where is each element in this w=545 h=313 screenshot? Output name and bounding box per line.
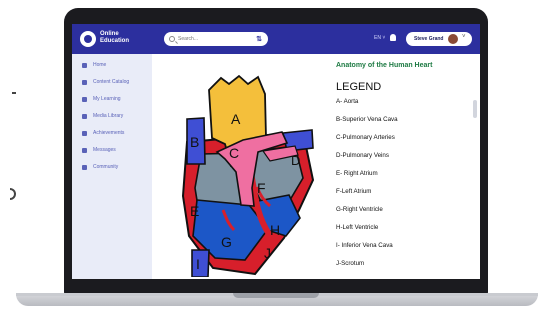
legend-item: E- Right Atrium xyxy=(336,170,378,177)
heart-label: E xyxy=(190,203,199,219)
sidebar-item-media-library[interactable]: Media Library xyxy=(82,111,123,121)
legend-item: J-Scrotum xyxy=(336,260,365,267)
heart-label: I xyxy=(196,256,200,272)
sidebar-item-label: My Learning xyxy=(93,96,121,102)
heart-label: B xyxy=(190,134,199,150)
search-input[interactable] xyxy=(178,32,250,46)
heart-label: C xyxy=(229,145,239,161)
legend-item: D-Pulmonary Veins xyxy=(336,152,389,159)
stray-mark xyxy=(10,188,16,200)
user-menu[interactable]: Steve Grand ˅ xyxy=(406,32,472,46)
sidebar-item-messages[interactable]: Messages xyxy=(82,145,116,155)
legend-item: G-Right Ventricle xyxy=(336,206,383,213)
sidebar-item-my-learning[interactable]: My Learning xyxy=(82,94,121,104)
brand-line-1: Online xyxy=(100,31,119,37)
sidebar-item-label: Messages xyxy=(93,147,116,153)
sidebar: Home Content Catalog My Learning Media L… xyxy=(72,54,152,279)
sidebar-item-achievements[interactable]: Achievements xyxy=(82,128,124,138)
sidebar-item-community[interactable]: Community xyxy=(82,162,118,172)
legend-list: A- Aorta B-Superior Vena Cava C-Pulmonar… xyxy=(336,98,472,278)
sidebar-item-content-catalog[interactable]: Content Catalog xyxy=(82,77,129,87)
catalog-icon xyxy=(82,79,87,85)
stray-mark xyxy=(12,92,16,94)
product-mockup: Online Education ⇅ EN ˅ Steve Grand ˅ Ho… xyxy=(0,0,545,313)
legend-item: H-Left Ventricle xyxy=(336,224,379,231)
diagram-title: Anatomy of the Human Heart xyxy=(336,62,433,69)
legend-item: A- Aorta xyxy=(336,98,359,105)
heart-label: H xyxy=(270,222,280,238)
heart-label: F xyxy=(257,180,266,196)
laptop-notch xyxy=(233,293,319,298)
heart-label: D xyxy=(291,153,300,168)
top-navigation: Online Education ⇅ EN ˅ Steve Grand ˅ xyxy=(72,24,480,54)
legend-item: F-Left Atrium xyxy=(336,188,372,195)
filter-icon[interactable]: ⇅ xyxy=(256,35,262,43)
content-scrollbar[interactable] xyxy=(473,100,477,118)
trophy-icon xyxy=(82,130,87,136)
sidebar-item-home[interactable]: Home xyxy=(82,60,106,70)
sidebar-item-label: Media Library xyxy=(93,113,124,119)
media-icon xyxy=(82,113,87,119)
heart-label: G xyxy=(221,234,232,250)
language-selector[interactable]: EN ˅ xyxy=(374,35,385,41)
legend-title: LEGEND xyxy=(336,81,382,93)
user-name: Steve Grand xyxy=(414,36,444,42)
sidebar-item-label: Content Catalog xyxy=(93,79,130,85)
chevron-down-icon: ˅ xyxy=(462,34,466,40)
inferior-vena-cava xyxy=(191,249,210,277)
heart-label: J xyxy=(264,245,271,261)
brand-line-2: Education xyxy=(100,38,130,44)
legend-item: B-Superior Vena Cava xyxy=(336,116,398,123)
laptop-screen: Online Education ⇅ EN ˅ Steve Grand ˅ Ho… xyxy=(72,24,480,279)
logo-icon xyxy=(80,31,96,47)
community-icon xyxy=(82,164,87,170)
legend-item: I- Inferior Vena Cava xyxy=(336,242,393,249)
brand-name: Online Education xyxy=(100,31,129,45)
search-icon xyxy=(169,36,175,42)
messages-icon xyxy=(82,147,87,153)
legend-item: C-Pulmonary Arteries xyxy=(336,134,395,141)
home-icon xyxy=(82,62,87,68)
sidebar-item-label: Achievements xyxy=(93,130,125,136)
search-bar[interactable]: ⇅ xyxy=(164,32,268,46)
bell-icon[interactable] xyxy=(390,34,396,41)
heart-anatomy-diagram: A B C D E F G H I J xyxy=(181,74,315,277)
learning-icon xyxy=(82,96,87,102)
heart-label: A xyxy=(231,111,241,127)
sidebar-item-label: Home xyxy=(93,62,107,68)
sidebar-item-label: Community xyxy=(93,164,119,170)
main-content: A B C D E F G H I J Anatomy of the Human… xyxy=(152,54,480,279)
avatar xyxy=(448,34,458,44)
